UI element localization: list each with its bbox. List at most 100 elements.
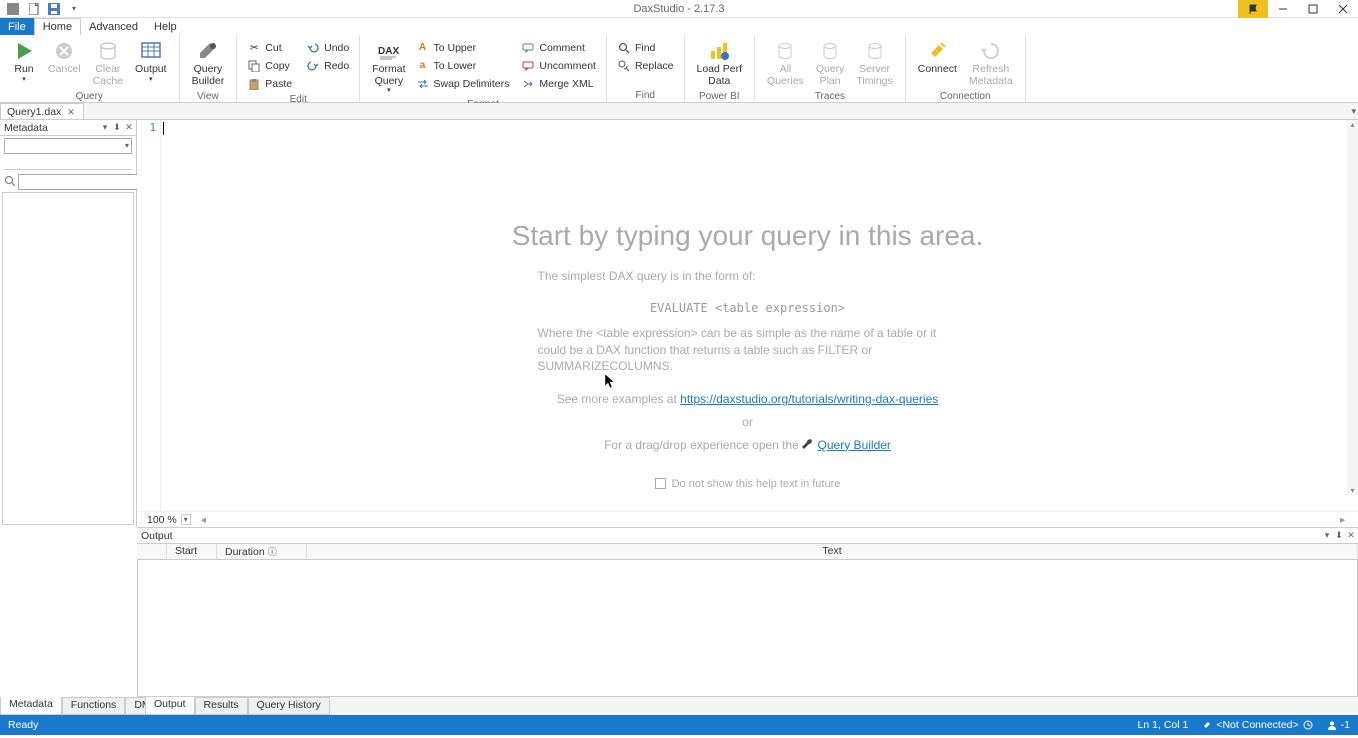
- ribbon-group-connection: Connect Refresh Metadata Connection: [906, 35, 1026, 102]
- new-file-icon[interactable]: [26, 2, 42, 16]
- metadata-header: Metadata ▾ ⬇ ✕: [0, 120, 136, 136]
- tab-results[interactable]: Results: [195, 697, 248, 715]
- search-icon: [4, 175, 16, 190]
- tab-functions[interactable]: Functions: [62, 697, 126, 715]
- tab-metadata[interactable]: Metadata: [0, 697, 62, 715]
- swap-icon: [416, 77, 430, 91]
- close-icon[interactable]: ✕: [124, 122, 134, 133]
- status-connection: <Not Connected>: [1202, 719, 1312, 731]
- close-button[interactable]: [1328, 0, 1358, 18]
- vertical-scrollbar[interactable]: ▴▾: [1347, 120, 1358, 495]
- tab-query-history[interactable]: Query History: [248, 697, 330, 715]
- query-plan-button[interactable]: Query Plan: [810, 37, 851, 89]
- zoom-level: 100 %: [147, 514, 177, 526]
- metadata-search-input[interactable]: [18, 174, 156, 190]
- plug-icon: [1202, 720, 1212, 730]
- panel-dropdown-icon[interactable]: ▾: [100, 122, 110, 133]
- tutorial-link[interactable]: https://daxstudio.org/tutorials/writing-…: [680, 392, 938, 406]
- menu-bar: File Home Advanced Help: [0, 18, 1358, 35]
- merge-xml-button[interactable]: Merge XML: [517, 75, 600, 92]
- undo-icon: [306, 41, 320, 55]
- menu-file[interactable]: File: [0, 18, 34, 35]
- merge-xml-icon: [521, 77, 535, 91]
- svg-text:DAX: DAX: [378, 46, 399, 57]
- undo-button[interactable]: Undo: [302, 39, 353, 56]
- status-ready: Ready: [8, 719, 38, 731]
- output-body[interactable]: [137, 560, 1358, 697]
- ribbon-group-edit: ✂Cut Copy Paste Undo Redo Edit: [237, 35, 360, 102]
- output-button[interactable]: Output▾: [129, 37, 173, 85]
- all-queries-button[interactable]: All Queries: [761, 37, 810, 89]
- editor-surface[interactable]: 1 Start by typing your query in this are…: [137, 120, 1358, 511]
- pin-icon[interactable]: ⬇: [1334, 530, 1344, 541]
- minimize-button[interactable]: [1268, 0, 1298, 18]
- perspective-dropdown[interactable]: [4, 158, 132, 170]
- to-upper-icon: A: [416, 41, 430, 55]
- menu-help[interactable]: Help: [146, 18, 185, 35]
- find-button[interactable]: Find: [613, 39, 678, 56]
- server-timings-button[interactable]: Server Timings: [850, 37, 898, 89]
- ribbon-group-query: Run▾ Cancel Clear Cache Output▾ Query: [0, 35, 180, 102]
- query-builder-link[interactable]: Query Builder: [818, 438, 891, 452]
- clear-cache-button[interactable]: Clear Cache: [87, 37, 129, 89]
- hide-help-checkbox[interactable]: [655, 478, 666, 489]
- quick-access-toolbar: ▾: [0, 2, 82, 16]
- col-start[interactable]: Start: [167, 544, 217, 559]
- col-text[interactable]: Text: [307, 544, 1358, 559]
- status-bar: Ready Ln 1, Col 1 <Not Connected> -1: [0, 715, 1358, 735]
- notification-flag-icon[interactable]: [1238, 0, 1268, 18]
- model-dropdown[interactable]: ▾: [4, 138, 132, 154]
- zoom-dropdown-icon[interactable]: ▾: [181, 514, 191, 525]
- swap-delimiters-button[interactable]: Swap Delimiters: [412, 75, 514, 92]
- maximize-button[interactable]: [1298, 0, 1328, 18]
- replace-icon: [617, 59, 631, 73]
- paste-button[interactable]: Paste: [243, 75, 296, 92]
- run-button[interactable]: Run▾: [6, 37, 42, 85]
- to-lower-button[interactable]: aTo Lower: [412, 57, 514, 74]
- menu-home[interactable]: Home: [34, 18, 81, 35]
- cut-icon: ✂: [247, 41, 261, 55]
- connect-button[interactable]: Connect: [912, 37, 963, 78]
- col-duration[interactable]: Duration ⓘ: [217, 544, 307, 559]
- output-columns: Start Duration ⓘ Text: [137, 544, 1358, 560]
- pin-icon[interactable]: ⬇: [112, 122, 122, 133]
- main-area: Metadata ▾ ⬇ ✕ ▾ 1 Start by typing your …: [0, 120, 1358, 527]
- load-perf-data-button[interactable]: Load Perf Data: [691, 37, 749, 89]
- ribbon-group-label: Connection: [906, 91, 1025, 103]
- copy-button[interactable]: Copy: [243, 57, 296, 74]
- editor-zoom-bar: 100 % ▾ ◂ ▸: [137, 511, 1358, 527]
- replace-button[interactable]: Replace: [613, 57, 678, 74]
- info-icon: ⓘ: [268, 547, 277, 557]
- clock-icon: [1303, 720, 1313, 730]
- ribbon-group-powerbi: Load Perf Data Power BI: [685, 35, 756, 102]
- metadata-panel: Metadata ▾ ⬇ ✕ ▾: [0, 120, 137, 527]
- redo-icon: [306, 59, 320, 73]
- menu-advanced[interactable]: Advanced: [81, 18, 146, 35]
- comment-button[interactable]: Comment: [517, 39, 600, 56]
- uncomment-button[interactable]: Uncomment: [517, 57, 600, 74]
- ribbon-group-view: Query Builder View: [180, 35, 238, 102]
- doc-tabs-dropdown-icon[interactable]: ▾: [1351, 106, 1356, 117]
- save-icon[interactable]: [46, 2, 62, 16]
- close-icon[interactable]: ✕: [67, 107, 77, 117]
- refresh-metadata-button[interactable]: Refresh Metadata: [963, 37, 1019, 89]
- panel-dropdown-icon[interactable]: ▾: [1322, 530, 1332, 541]
- qat-dropdown-icon[interactable]: ▾: [66, 2, 82, 16]
- metadata-tree[interactable]: [2, 192, 134, 525]
- cut-button[interactable]: ✂Cut: [243, 39, 296, 56]
- tab-output[interactable]: Output: [145, 697, 195, 715]
- title-bar: ▾ DaxStudio - 2.17.3: [0, 0, 1358, 18]
- format-query-button[interactable]: DAX Format Query▾: [366, 37, 411, 97]
- horizontal-scroll-right[interactable]: ▸: [1340, 514, 1348, 526]
- query-builder-button[interactable]: Query Builder: [186, 37, 231, 89]
- ribbon-group-label: View: [180, 91, 237, 103]
- redo-button[interactable]: Redo: [302, 57, 353, 74]
- bottom-tabs: Metadata Functions DMV Output Results Qu…: [0, 697, 1358, 715]
- doc-tab[interactable]: Query1.dax ✕: [0, 103, 84, 119]
- ribbon: Run▾ Cancel Clear Cache Output▾ Query Qu…: [0, 35, 1358, 103]
- close-icon[interactable]: ✕: [1346, 530, 1356, 541]
- cancel-button[interactable]: Cancel: [42, 37, 87, 78]
- to-lower-icon: a: [416, 59, 430, 73]
- horizontal-scroll-left[interactable]: ◂: [201, 514, 209, 526]
- to-upper-button[interactable]: ATo Upper: [412, 39, 514, 56]
